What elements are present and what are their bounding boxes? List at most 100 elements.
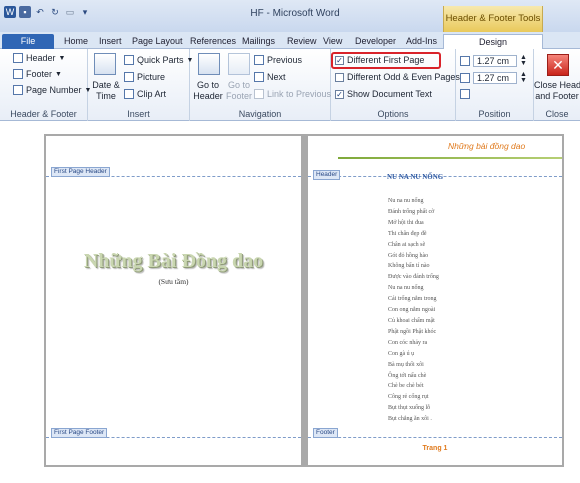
print-preview-icon[interactable]: ▭: [64, 6, 76, 18]
group-close: ✕ Close Header and Footer Close: [534, 49, 580, 121]
tab-references[interactable]: References: [190, 34, 236, 49]
tab-file[interactable]: File: [2, 34, 54, 49]
header-tag: Header: [313, 170, 341, 180]
save-icon[interactable]: ▪: [19, 6, 31, 18]
page-number[interactable]: Trang 1: [308, 445, 562, 452]
go-to-header-icon[interactable]: [198, 53, 220, 75]
tab-mailings[interactable]: Mailings: [242, 34, 275, 49]
group-label-header-footer: Header & Footer: [10, 109, 77, 119]
quick-access-toolbar: W ▪ ↶ ↻ ▭ ▾: [4, 5, 91, 19]
header-text[interactable]: Những bài đồng dao: [448, 141, 525, 151]
word-app-icon[interactable]: W: [4, 6, 16, 18]
go-to-footer-button[interactable]: Go to Footer: [222, 80, 256, 102]
poem-line[interactable]: Được vào đánh trống: [388, 272, 439, 283]
ribbon: Header ▼ Footer ▼ Page Number ▼ Header &…: [0, 49, 580, 121]
previous-icon: [254, 55, 264, 65]
document-title[interactable]: Những Bài Đồng dao: [46, 250, 301, 273]
checkbox-empty-icon: [335, 72, 344, 82]
link-to-previous-button[interactable]: Link to Previous: [254, 89, 331, 99]
go-to-header-button[interactable]: Go to Header: [191, 80, 225, 102]
footer-boundary: [308, 437, 562, 438]
footer-button[interactable]: Footer ▼: [13, 69, 62, 79]
tab-developer[interactable]: Developer: [355, 34, 396, 49]
poem-line[interactable]: Công rẻ cổng rụt: [388, 392, 439, 403]
quick-parts-button[interactable]: Quick Parts ▼: [124, 55, 193, 65]
header-rule: [338, 157, 562, 159]
insert-alignment-tab-button[interactable]: [460, 89, 470, 99]
close-header-footer-button[interactable]: Close Header and Footer: [534, 80, 580, 102]
tab-design[interactable]: Design: [443, 34, 543, 50]
redo-icon[interactable]: ↻: [49, 6, 61, 18]
go-to-footer-icon[interactable]: [228, 53, 250, 75]
poem-line[interactable]: Con cóc nhảy ra: [388, 338, 439, 349]
tab-page-layout[interactable]: Page Layout: [132, 34, 183, 49]
poem-line[interactable]: Nu na nu nống: [388, 196, 439, 207]
chevron-down-icon: ▼: [58, 54, 66, 62]
quick-parts-icon: [124, 55, 134, 65]
group-label-position: Position: [478, 109, 511, 119]
document-area[interactable]: First Page Header Những Bài Đồng dao (Sư…: [44, 134, 564, 467]
footer-from-bottom-input[interactable]: 1.27 cm: [473, 72, 517, 84]
poem-line[interactable]: Gót đỏ hồng hào: [388, 251, 439, 262]
header-position-spinner[interactable]: 1.27 cm ▲ ▼: [460, 54, 527, 67]
tab-review[interactable]: Review: [287, 34, 317, 49]
header-from-top-icon: [460, 56, 470, 66]
page-number-button[interactable]: Page Number ▼: [13, 85, 91, 95]
poem-line[interactable]: Con ong nằm ngoài: [388, 305, 439, 316]
header-from-top-input[interactable]: 1.27 cm: [473, 55, 517, 67]
poem-line[interactable]: Ông tới nấu chè: [388, 371, 439, 382]
document-subtitle[interactable]: (Sưu tầm): [46, 277, 301, 286]
poem-line[interactable]: Mở hội thi đua: [388, 218, 439, 229]
date-time-icon[interactable]: [94, 53, 116, 75]
poem-title[interactable]: NU NA NU NỐNG: [387, 173, 443, 181]
spinner-arrows-icon[interactable]: ▲ ▼: [520, 54, 527, 67]
poem-line[interactable]: Củ khoai chấm mật: [388, 316, 439, 327]
spinner-arrows-icon[interactable]: ▲ ▼: [520, 71, 527, 84]
check-icon: ✓: [335, 89, 344, 99]
poem-line[interactable]: Chè be chè bét: [388, 381, 439, 392]
chevron-down-icon: ▼: [55, 70, 62, 78]
footer-position-spinner[interactable]: 1.27 cm ▲ ▼: [460, 71, 527, 84]
clip-art-button[interactable]: Clip Art: [124, 89, 166, 99]
poem-line[interactable]: Bà mụ thổi xôi: [388, 360, 439, 371]
undo-icon[interactable]: ↶: [34, 6, 46, 18]
page-2[interactable]: Những bài đồng dao Header NU NA NU NỐNG …: [308, 136, 562, 465]
footer-icon: [13, 69, 23, 79]
footer-tag: Footer: [313, 428, 338, 438]
date-time-button[interactable]: Date & Time: [89, 80, 123, 102]
next-button[interactable]: Next: [254, 72, 286, 82]
page-number-icon: [13, 85, 23, 95]
group-label-insert: Insert: [127, 109, 150, 119]
header-icon: [13, 53, 23, 63]
picture-icon: [124, 72, 134, 82]
group-insert: Date & Time Quick Parts ▼ Picture Clip A…: [88, 49, 193, 121]
poem-line[interactable]: Con gà ú ụ: [388, 349, 439, 360]
different-odd-even-checkbox[interactable]: Different Odd & Even Pages: [335, 72, 460, 82]
picture-button[interactable]: Picture: [124, 72, 165, 82]
group-position: 1.27 cm ▲ ▼ 1.27 cm ▲ ▼ Position: [456, 49, 534, 121]
highlight-box: [331, 52, 441, 69]
clip-art-icon: [124, 89, 134, 99]
poem-line[interactable]: Chân ai sạch sẽ: [388, 240, 439, 251]
previous-button[interactable]: Previous: [254, 55, 302, 65]
poem-body[interactable]: Nu na nu nống Đánh trống phất cờ Mở hội th…: [388, 196, 439, 425]
customize-toolbar-icon[interactable]: ▾: [79, 6, 91, 18]
close-icon[interactable]: ✕: [547, 54, 569, 76]
context-tab-title: Header & Footer Tools: [443, 6, 543, 32]
poem-line[interactable]: Bụt chẳng ăn xôi .: [388, 414, 439, 425]
tab-insert[interactable]: Insert: [99, 34, 122, 49]
tab-home[interactable]: Home: [64, 34, 88, 49]
show-document-text-checkbox[interactable]: ✓ Show Document Text: [335, 89, 432, 99]
page-1[interactable]: First Page Header Những Bài Đồng dao (Sư…: [46, 136, 301, 465]
poem-line[interactable]: Nu na nu nống: [388, 283, 439, 294]
tab-view[interactable]: View: [323, 34, 342, 49]
poem-line[interactable]: Bụt thụt xuống lỗ: [388, 403, 439, 414]
poem-line[interactable]: Không bẩn tí nào: [388, 261, 439, 272]
window-title: HF - Microsoft Word: [250, 8, 340, 19]
poem-line[interactable]: Đánh trống phất cờ: [388, 207, 439, 218]
poem-line[interactable]: Phật ngồi Phật khóc: [388, 327, 439, 338]
poem-line[interactable]: Thi chân đẹp đẽ: [388, 229, 439, 240]
tab-add-ins[interactable]: Add-Ins: [406, 34, 437, 49]
header-button[interactable]: Header ▼: [13, 53, 65, 63]
poem-line[interactable]: Cái trống nằm trong: [388, 294, 439, 305]
